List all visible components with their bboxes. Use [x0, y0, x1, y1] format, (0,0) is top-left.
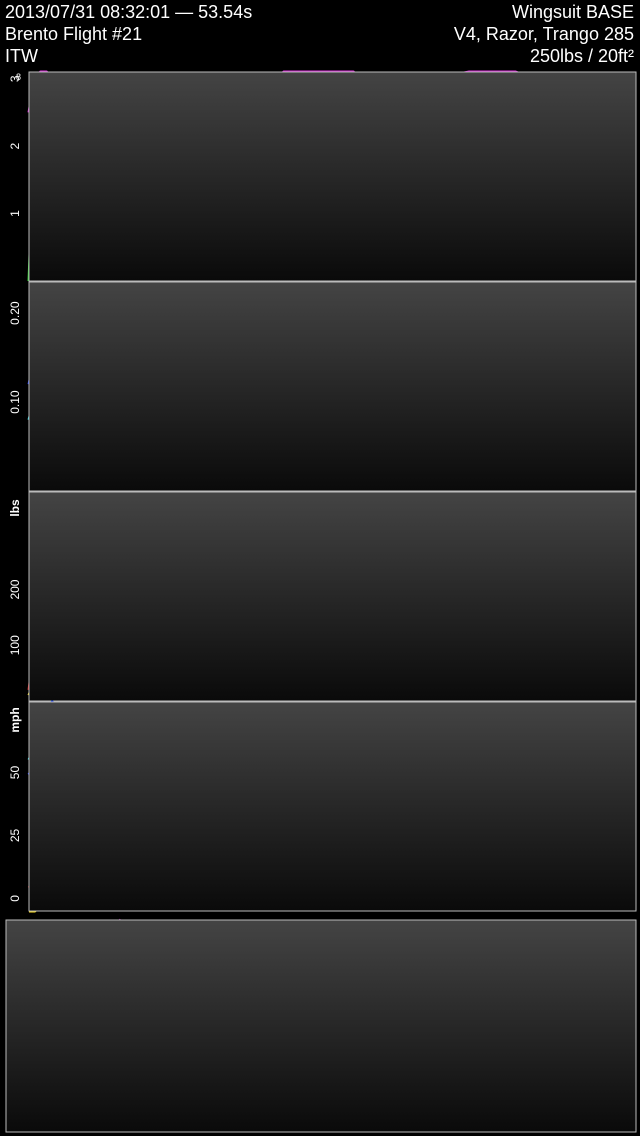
force-y-tick: 100: [8, 635, 22, 655]
speed-plot-area: [28, 701, 637, 912]
speed-y-tick: 0: [8, 895, 22, 902]
load-label: 250lbs / 20ft²: [529, 46, 634, 66]
speed-y-tick: 25: [8, 828, 22, 842]
glide-y-tick: 1: [8, 210, 22, 217]
force-y-tick: 200: [8, 579, 22, 599]
speed-y-label: mph: [8, 707, 22, 732]
discipline-label: Wingsuit BASE: [511, 2, 634, 22]
header: 2013/07/31 08:32:01 — 53.54s Brento Flig…: [0, 0, 640, 68]
polar-plot-area: [5, 919, 637, 1133]
flight-mode: ITW: [5, 46, 38, 66]
coefficient-plot-area: [28, 281, 637, 492]
coefficient-y-tick: 0.10: [8, 390, 22, 414]
gear-label: V4, Razor, Trango 285: [453, 24, 634, 44]
flight-charts: 1238L/DGRRaw L/DRaw GR0.100.20ClCd100200…: [5, 70, 637, 1133]
speed-y-tick: 50: [8, 766, 22, 780]
glide-y-tick: 2: [8, 143, 22, 150]
flight-datetime: 2013/07/31 08:32:01 — 53.54s: [5, 2, 253, 22]
force-plot-area: [28, 491, 637, 702]
coefficient-y-tick: 0.20: [8, 301, 22, 325]
flight-name: Brento Flight #21: [5, 24, 143, 44]
glide-plot-area: [28, 71, 637, 282]
glide-top-marker: 8: [16, 72, 21, 82]
force-y-label: lbs: [8, 499, 22, 517]
